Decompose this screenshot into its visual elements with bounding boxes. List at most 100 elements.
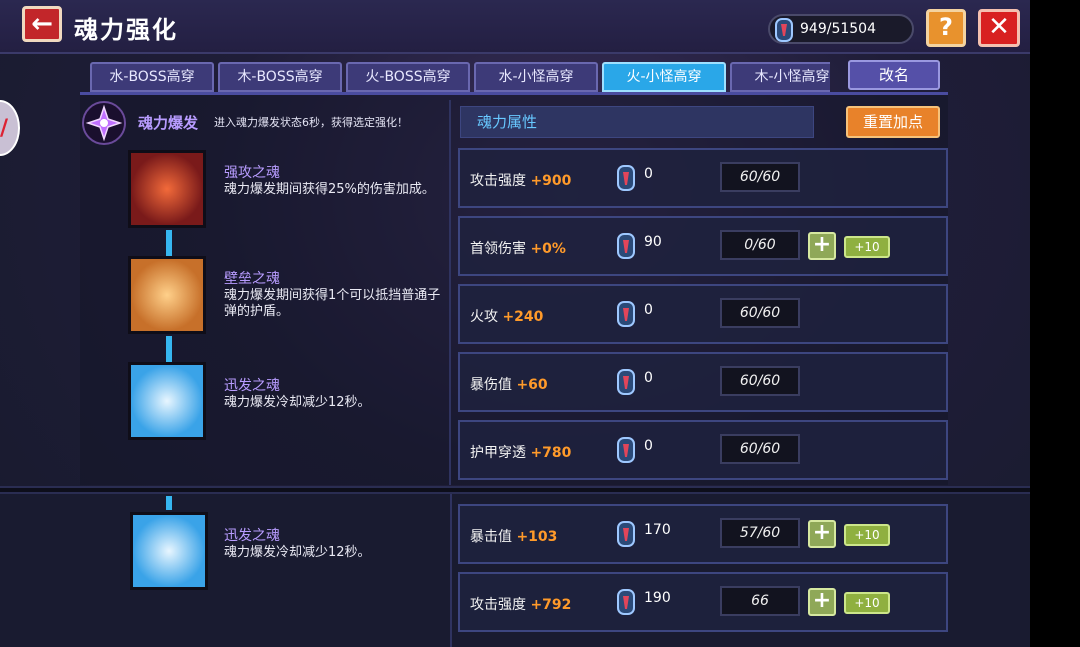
stat-bonus: +792 (530, 597, 572, 613)
stat-name: 攻击强度 +900 (470, 170, 571, 190)
add-ten-button[interactable]: +10 (844, 236, 890, 258)
stat-label: 暴伤值 (470, 377, 512, 393)
soul-desc: 魂力爆发冷却减少12秒。 (224, 545, 371, 560)
close-icon: ✕ (988, 12, 1010, 42)
skill-connector (166, 496, 172, 510)
back-button[interactable]: ← (22, 6, 62, 42)
rapid-soul-icon[interactable] (130, 512, 208, 590)
stat-cost: 0 (644, 370, 653, 386)
stat-name: 首领伤害 +0% (470, 238, 566, 258)
stat-name: 暴击值 +103 (470, 526, 557, 546)
stat-row: 首领伤害 +0% 90 0/60 + +10 (458, 216, 948, 276)
stat-label: 护甲穿透 (470, 445, 526, 461)
stat-level: 57/60 (720, 518, 800, 548)
stat-cost: 90 (644, 234, 662, 250)
stat-level: 0/60 (720, 230, 800, 260)
stat-row: 护甲穿透 +780 0 60/60 (458, 420, 948, 480)
stat-level: 60/60 (720, 366, 800, 396)
stat-bonus: +103 (516, 529, 558, 545)
stat-label: 首领伤害 (470, 241, 526, 257)
stat-level: 66 (720, 586, 800, 616)
soul-gem-icon (617, 437, 635, 463)
game-screen: ← 魂力强化 949/51504 ? ✕ / 水-BOSS高穿 木-BOSS高穿火… (0, 0, 1030, 647)
tab-fire-mob[interactable]: 火-小怪高穿 (602, 62, 726, 92)
soul-burst-icon (82, 101, 126, 145)
soul-desc: 魂力爆发期间获得25%的伤害加成。 (224, 182, 435, 197)
stat-cost: 170 (644, 522, 671, 538)
soul-gem-icon (617, 233, 635, 259)
stat-name: 护甲穿透 +780 (470, 442, 571, 462)
stat-cost: 190 (644, 590, 671, 606)
stat-row: 攻击强度 +792 190 66 + +10 (458, 572, 948, 632)
stat-level: 60/60 (720, 298, 800, 328)
header-bar: ← 魂力强化 949/51504 ? ✕ (0, 0, 1030, 54)
rapid-soul-icon[interactable] (128, 362, 206, 440)
stat-row: 攻击强度 +900 0 60/60 (458, 148, 948, 208)
stat-bonus: +900 (530, 173, 572, 189)
stat-name: 火攻 +240 (470, 306, 543, 326)
stat-bonus: +60 (516, 377, 548, 393)
add-point-button[interactable]: + (808, 588, 836, 616)
soul-gem-icon (617, 369, 635, 395)
soul-burst-desc: 进入魂力爆发状态6秒，获得选定强化！ (214, 116, 408, 129)
soul-currency-display: 949/51504 (768, 14, 914, 44)
panel-divider (449, 100, 451, 485)
arrow-left-icon: ← (31, 9, 53, 39)
page-title: 魂力强化 (74, 16, 178, 44)
skill-connector (166, 336, 172, 362)
soul-desc: 魂力爆发期间获得1个可以抵挡普通子弹的护盾。 (224, 288, 441, 319)
soul-name: 迅发之魂 (224, 378, 280, 394)
stat-level: 60/60 (720, 434, 800, 464)
currency-value: 949/51504 (800, 21, 876, 37)
stat-cost: 0 (644, 302, 653, 318)
soul-burst-label: 魂力爆发 (138, 114, 199, 132)
stat-row: 暴伤值 +60 0 60/60 (458, 352, 948, 412)
stat-name: 攻击强度 +792 (470, 594, 571, 614)
tab-water-mob[interactable]: 水-小怪高穿 (474, 62, 598, 92)
tab-water-boss[interactable]: 水-BOSS高穿 (90, 62, 214, 92)
add-point-button[interactable]: + (808, 232, 836, 260)
preset-tabs: 水-BOSS高穿 木-BOSS高穿 火-BOSS高穿 水-小怪高穿 火-小怪高穿 木-小怪… (90, 62, 830, 92)
help-button[interactable]: ? (926, 9, 966, 47)
stat-row: 火攻 +240 0 60/60 (458, 284, 948, 344)
soul-gem-icon (617, 589, 635, 615)
add-ten-button[interactable]: +10 (844, 524, 890, 546)
stat-bonus: +0% (530, 241, 566, 257)
side-avatar-peek: / (0, 100, 20, 156)
soul-gem-icon (617, 165, 635, 191)
stat-row: 暴击值 +103 170 57/60 + +10 (458, 504, 948, 564)
tab-fire-boss[interactable]: 火-BOSS高穿 (346, 62, 470, 92)
soul-desc: 魂力爆发冷却减少12秒。 (224, 395, 371, 410)
soul-name: 强攻之魂 (224, 165, 280, 181)
close-button[interactable]: ✕ (978, 9, 1020, 47)
add-ten-button[interactable]: +10 (844, 592, 890, 614)
stat-level: 60/60 (720, 162, 800, 192)
add-point-button[interactable]: + (808, 520, 836, 548)
stat-cost: 0 (644, 166, 653, 182)
soul-name: 迅发之魂 (224, 528, 280, 544)
reset-points-button[interactable]: 重置加点 (846, 106, 940, 138)
question-icon: ? (939, 13, 953, 41)
soul-attr-header: 魂力属性 (460, 106, 814, 138)
rename-button[interactable]: 改名 (848, 60, 940, 90)
lower-panel-divider (450, 494, 452, 647)
tab-wood-boss[interactable]: 木-BOSS高穿 (218, 62, 342, 92)
stat-name: 暴伤值 +60 (470, 374, 548, 394)
letterbox-right (1030, 0, 1080, 647)
stat-label: 攻击强度 (470, 173, 526, 189)
stat-bonus: +240 (502, 309, 544, 325)
soul-gem-icon (617, 301, 635, 327)
soul-gem-icon (775, 18, 793, 42)
bulwark-soul-icon[interactable] (128, 256, 206, 334)
stat-label: 暴击值 (470, 529, 512, 545)
stat-label: 火攻 (470, 309, 498, 325)
tab-wood-mob[interactable]: 木-小怪高穿 (730, 62, 830, 92)
soul-name: 壁垒之魂 (224, 271, 280, 287)
section-separator (0, 486, 1030, 494)
stat-label: 攻击强度 (470, 597, 526, 613)
skill-connector (166, 230, 172, 256)
stat-bonus: +780 (530, 445, 572, 461)
strong-attack-soul-icon[interactable] (128, 150, 206, 228)
soul-gem-icon (617, 521, 635, 547)
stat-cost: 0 (644, 438, 653, 454)
